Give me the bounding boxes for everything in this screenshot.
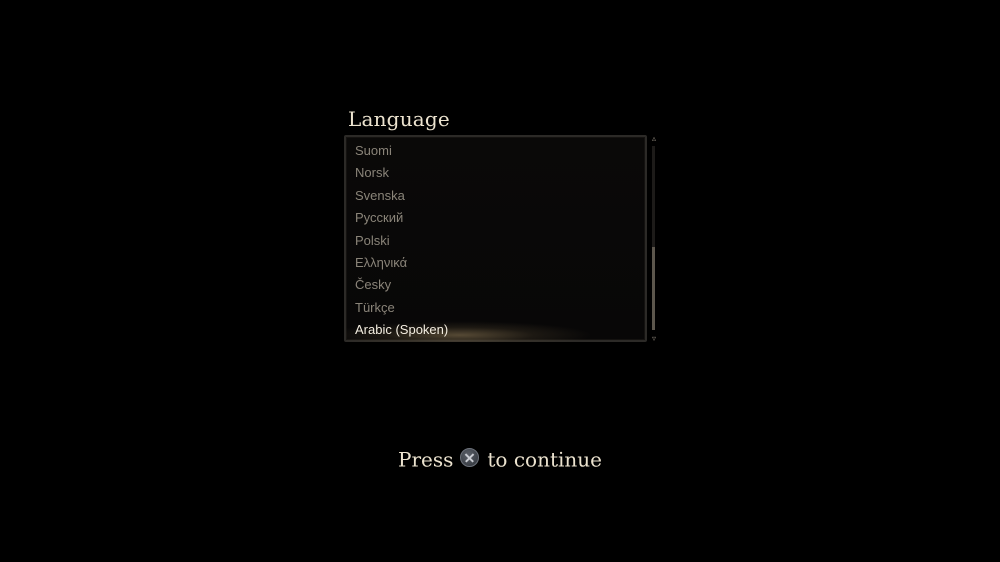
language-list-items: Suomi Norsk Svenska Русский Polski Ελληνικά Če… [346, 140, 645, 342]
language-option[interactable]: Arabic (Spoken) [346, 319, 645, 342]
language-option[interactable]: Русский [346, 207, 645, 229]
prompt-press-text: Press [398, 447, 454, 472]
continue-prompt: Press to continue [0, 446, 1000, 472]
language-option[interactable]: Polski [346, 230, 645, 252]
prompt-continue-text: to continue [487, 447, 602, 472]
language-option[interactable]: Česky [346, 274, 645, 296]
language-option[interactable]: Norsk [346, 162, 645, 184]
scroll-track[interactable] [652, 146, 655, 330]
language-option[interactable]: Suomi [346, 140, 645, 162]
cross-button-icon [460, 448, 480, 467]
language-list[interactable]: Suomi Norsk Svenska Русский Polski Ελληνικά Če… [344, 135, 647, 342]
scroll-thumb[interactable] [652, 247, 655, 330]
language-scrollbar[interactable]: ▵ ▿ [648, 135, 660, 343]
language-option[interactable]: Ελληνικά [346, 252, 645, 274]
scroll-down-arrow-icon[interactable]: ▿ [650, 335, 658, 343]
language-option[interactable]: Türkçe [346, 297, 645, 319]
language-title: Language [348, 107, 450, 131]
language-option[interactable]: Svenska [346, 185, 645, 207]
scroll-up-arrow-icon[interactable]: ▵ [650, 135, 658, 143]
